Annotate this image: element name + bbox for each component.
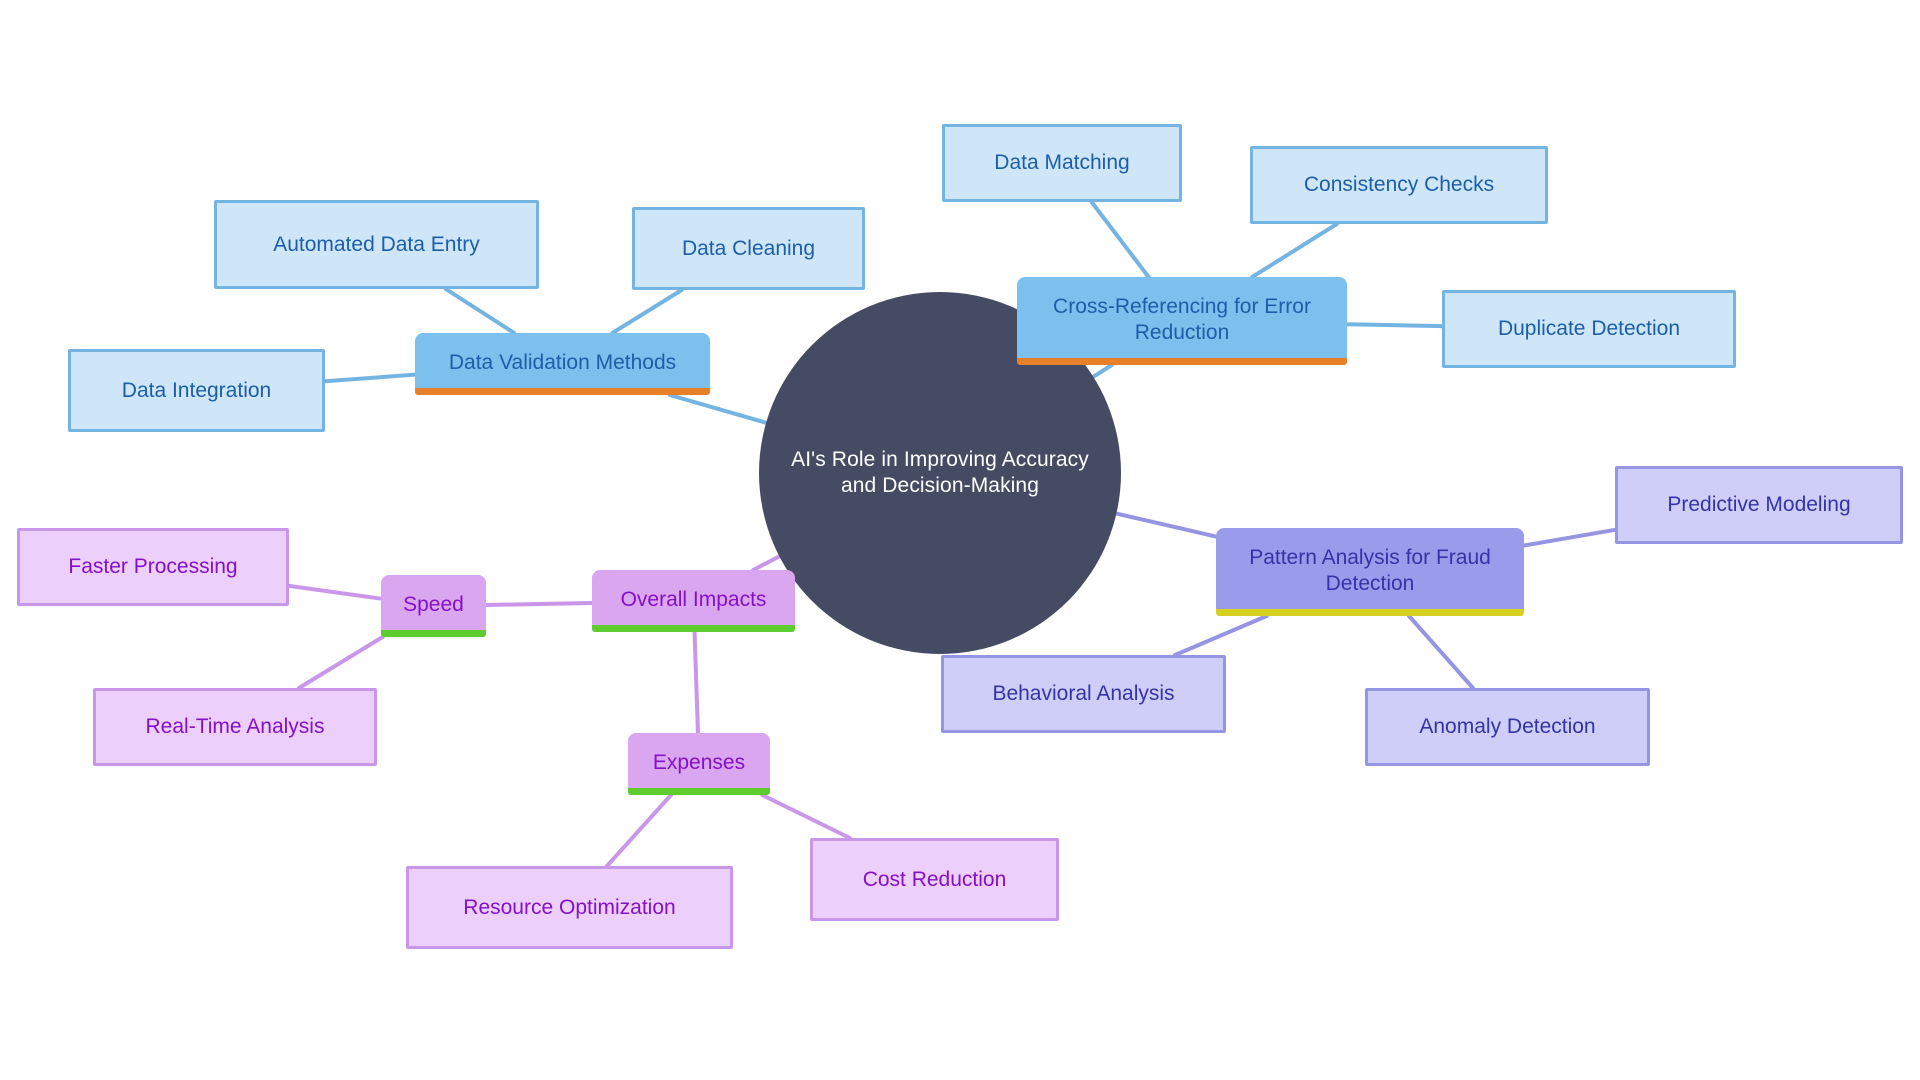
branch-underline: [381, 630, 486, 637]
branch-underline: [628, 788, 770, 795]
connector-line: [760, 793, 852, 840]
leaf-node-faster-processing-label: Faster Processing: [68, 555, 238, 579]
leaf-node-data-integration[interactable]: Data Integration: [68, 349, 325, 432]
leaf-node-resource-optimization[interactable]: Resource Optimization: [406, 866, 733, 949]
connector-line: [287, 583, 383, 601]
connector-line: [610, 288, 684, 335]
branch-node-overall-impacts-label: Overall Impacts: [620, 588, 767, 612]
branch-node-speed-label: Speed: [403, 593, 464, 617]
connector-line: [323, 372, 417, 384]
leaf-node-behavioral-analysis[interactable]: Behavioral Analysis: [941, 655, 1226, 733]
branch-underline: [1017, 358, 1347, 365]
leaf-node-consistency-checks-label: Consistency Checks: [1303, 173, 1495, 197]
mindmap-canvas: AI's Role in Improving Accuracy and Deci…: [0, 0, 1920, 1080]
leaf-node-data-matching[interactable]: Data Matching: [942, 124, 1182, 202]
leaf-node-predictive-modeling[interactable]: Predictive Modeling: [1615, 466, 1903, 544]
root-node-label: AI's Role in Improving Accuracy and Deci…: [791, 448, 1089, 497]
leaf-node-data-integration-label: Data Integration: [121, 378, 272, 402]
branch-node-data-validation-methods[interactable]: Data Validation Methods: [415, 333, 710, 395]
leaf-node-real-time-analysis[interactable]: Real-Time Analysis: [93, 688, 377, 766]
connector-line: [692, 630, 700, 735]
leaf-node-automated-data-entry-label: Automated Data Entry: [273, 232, 480, 256]
branch-node-pattern-analysis-for-fraud-detection[interactable]: Pattern Analysis for Fraud Detection: [1216, 528, 1524, 616]
leaf-node-cost-reduction[interactable]: Cost Reduction: [810, 838, 1059, 921]
connector-line: [1173, 614, 1269, 657]
leaf-node-duplicate-detection-label: Duplicate Detection: [1497, 317, 1681, 341]
branch-underline: [1216, 609, 1524, 616]
connector-line: [751, 554, 782, 572]
leaf-node-predictive-modeling-label: Predictive Modeling: [1667, 493, 1851, 517]
branch-node-expenses[interactable]: Expenses: [628, 733, 770, 795]
branch-node-data-validation-methods-label: Data Validation Methods: [448, 351, 677, 375]
branch-node-cross-referencing-for-error-reduction[interactable]: Cross-Referencing for Error Reduction: [1017, 277, 1347, 365]
branch-node-expenses-label: Expenses: [652, 751, 746, 775]
leaf-node-consistency-checks[interactable]: Consistency Checks: [1250, 146, 1548, 224]
connector-line: [1114, 511, 1218, 539]
branch-underline: [415, 388, 710, 395]
branch-node-pattern-analysis-for-fraud-detection-label: Pattern Analysis for Fraud Detection: [1249, 546, 1491, 595]
connector-line: [443, 287, 517, 335]
connector-line: [1250, 222, 1339, 279]
leaf-node-resource-optimization-label: Resource Optimization: [463, 895, 676, 919]
leaf-node-data-cleaning-label: Data Cleaning: [681, 236, 816, 260]
branch-node-overall-impacts[interactable]: Overall Impacts: [592, 570, 795, 632]
leaf-node-data-cleaning[interactable]: Data Cleaning: [632, 207, 865, 290]
connector-line: [604, 793, 674, 868]
branch-underline: [592, 625, 795, 632]
connector-line: [484, 600, 594, 607]
connector-line: [296, 635, 385, 690]
branch-node-cross-referencing-for-error-reduction-label: Cross-Referencing for Error Reduction: [1053, 295, 1311, 344]
connector-line: [1089, 200, 1151, 279]
leaf-node-data-matching-label: Data Matching: [994, 151, 1130, 175]
leaf-node-behavioral-analysis-label: Behavioral Analysis: [992, 682, 1175, 706]
connector-line: [1407, 614, 1475, 690]
leaf-node-anomaly-detection[interactable]: Anomaly Detection: [1365, 688, 1650, 766]
connector-line: [1522, 527, 1617, 548]
leaf-node-anomaly-detection-label: Anomaly Detection: [1419, 715, 1596, 739]
leaf-node-cost-reduction-label: Cost Reduction: [862, 867, 1007, 891]
connector-line: [1091, 363, 1114, 379]
connector-line: [1345, 322, 1444, 329]
leaf-node-faster-processing[interactable]: Faster Processing: [17, 528, 289, 606]
leaf-node-automated-data-entry[interactable]: Automated Data Entry: [214, 200, 539, 289]
leaf-node-real-time-analysis-label: Real-Time Analysis: [145, 715, 325, 739]
connector-line: [667, 393, 769, 425]
branch-node-speed[interactable]: Speed: [381, 575, 486, 637]
leaf-node-duplicate-detection[interactable]: Duplicate Detection: [1442, 290, 1736, 368]
